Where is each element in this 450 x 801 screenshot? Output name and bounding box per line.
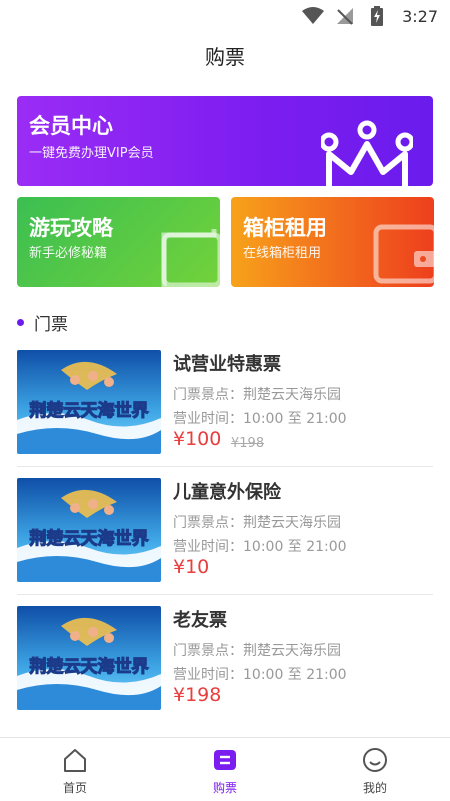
travel-guide-subtitle: 新手必修秘籍 (29, 246, 108, 261)
ticket-price: ¥100 (173, 428, 222, 450)
tab-home[interactable]: 首页 (0, 738, 150, 801)
smile-icon (362, 747, 388, 773)
ticket-name: 试营业特惠票 (173, 354, 281, 375)
ticket-item[interactable]: 荆楚云天海世界 试营业特惠票 门票景点：荆楚云天海乐园 营业时间：10:00 至… (17, 350, 433, 456)
status-bar: 3:27 (0, 0, 450, 32)
ticket-name: 儿童意外保险 (173, 482, 281, 503)
wallet-deco-icon (373, 224, 434, 284)
section-heading: 门票 (17, 310, 68, 335)
ticket-thumbnail: 荆楚云天海世界 (17, 350, 161, 454)
locker-rental-subtitle: 在线箱柜租用 (243, 246, 322, 261)
tab-profile[interactable]: 我的 (300, 738, 450, 801)
ticket-name: 老友票 (173, 610, 227, 631)
ticket-hours: 营业时间：10:00 至 21:00 (173, 411, 347, 427)
divider (17, 594, 433, 595)
battery-charging-icon (366, 6, 388, 26)
ticket-hours: 营业时间：10:00 至 21:00 (173, 667, 347, 683)
ticket-thumbnail: 荆楚云天海世界 (17, 606, 161, 710)
section-title: 门票 (34, 315, 68, 335)
locker-rental-title: 箱柜租用 (243, 216, 327, 240)
ticket-hours: 营业时间：10:00 至 21:00 (173, 539, 347, 555)
ticket-original-price: ¥198 (231, 436, 265, 451)
ticket-item[interactable]: 荆楚云天海世界 儿童意外保险 门票景点：荆楚云天海乐园 营业时间：10:00 至… (17, 478, 433, 584)
ticket-image-text: 荆楚云天海世界 (30, 528, 149, 549)
ticket-image-text: 荆楚云天海世界 (30, 656, 149, 677)
crown-icon (321, 120, 413, 186)
locker-rental-card[interactable]: 箱柜租用 在线箱柜租用 (231, 197, 434, 287)
member-center-subtitle: 一键免费办理VIP会员 (29, 146, 154, 161)
status-time: 3:27 (402, 6, 438, 26)
ticket-price: ¥10 (173, 556, 210, 578)
tab-tickets-label: 购票 (212, 781, 237, 795)
tab-home-label: 首页 (62, 781, 87, 795)
travel-guide-title: 游玩攻略 (29, 216, 113, 240)
ticket-thumbnail: 荆楚云天海世界 (17, 478, 161, 582)
ticket-place: 门票景点：荆楚云天海乐园 (173, 387, 341, 403)
ticket-item[interactable]: 荆楚云天海世界 老友票 门票景点：荆楚云天海乐园 营业时间：10:00 至 21… (17, 606, 433, 712)
section-dot (17, 319, 24, 326)
divider (17, 466, 433, 467)
ticket-icon (212, 747, 238, 773)
home-icon (62, 747, 88, 773)
ticket-price: ¥198 (173, 684, 222, 706)
bottom-tab-bar: 首页 购票 我的 (0, 737, 450, 801)
travel-guide-card[interactable]: 游玩攻略 新手必修秘籍 (17, 197, 220, 287)
member-center-card[interactable]: 会员中心 一键免费办理VIP会员 (17, 96, 433, 186)
tab-profile-label: 我的 (362, 781, 387, 795)
member-center-title: 会员中心 (29, 114, 113, 138)
page-title: 购票 (205, 45, 245, 69)
ticket-image-text: 荆楚云天海世界 (30, 400, 149, 421)
card-deco-icon (161, 229, 220, 287)
wifi-icon (302, 6, 325, 26)
ticket-place: 门票景点：荆楚云天海乐园 (173, 515, 341, 531)
no-signal-icon (334, 6, 356, 26)
ticket-place: 门票景点：荆楚云天海乐园 (173, 643, 341, 659)
tab-tickets[interactable]: 购票 (150, 738, 300, 801)
